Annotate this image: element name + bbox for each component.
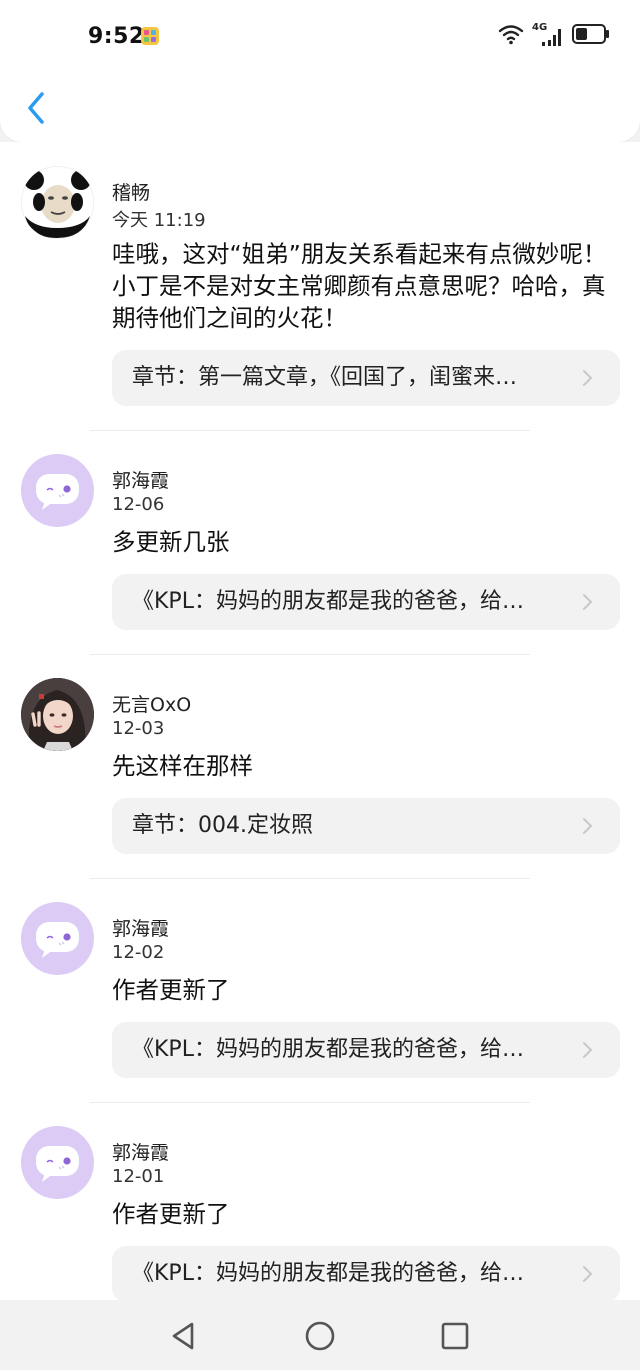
comment-date: 12-03 <box>112 718 165 739</box>
comment-username[interactable]: 稽畅 <box>112 178 150 205</box>
divider <box>90 654 530 655</box>
chevron-right-icon <box>583 370 592 386</box>
user-avatar[interactable] <box>21 1126 94 1199</box>
back-arrow-icon <box>28 92 44 124</box>
panda-meme-avatar-icon <box>21 166 94 239</box>
battery-icon <box>572 23 610 49</box>
comment-date: 12-02 <box>112 942 165 963</box>
back-button[interactable] <box>16 88 56 128</box>
chat-bubble-avatar-icon <box>36 474 79 510</box>
user-avatar[interactable] <box>21 678 94 751</box>
chapter-reference-card[interactable]: 章节：004.定妆照 <box>112 798 620 854</box>
chevron-right-icon <box>583 818 592 834</box>
comment-date: 12-06 <box>112 494 165 515</box>
chat-bubble-avatar-icon <box>36 1146 79 1182</box>
comment-text: 作者更新了 <box>112 1200 230 1228</box>
chapter-reference-card[interactable]: 章节：第一篇文章，《回国了，闺蜜来… <box>112 350 620 406</box>
status-time: 9:52 <box>88 24 145 49</box>
comment-username[interactable]: 郭海霞 <box>112 466 169 493</box>
comment-date: 今天 11:19 <box>112 210 206 231</box>
divider <box>90 430 530 431</box>
app-notification-icon <box>140 26 160 46</box>
novel-reference-card[interactable]: 《KPL：妈妈的朋友都是我的爸爸，给… <box>112 574 620 630</box>
circle-home-icon <box>305 1321 335 1351</box>
status-bar: 9:52 4G <box>0 0 640 74</box>
user-avatar[interactable] <box>21 166 94 239</box>
comment-username[interactable]: 郭海霞 <box>112 1138 169 1165</box>
triangle-back-icon <box>172 1322 194 1350</box>
divider <box>90 1102 530 1103</box>
comment-text: 哇哦，这对“姐弟”朋友关系看起来有点微妙呢！小丁是不是对女主常卿颜有点意思呢？哈… <box>112 240 607 332</box>
system-navigation-bar <box>0 1300 640 1370</box>
nav-back-button[interactable] <box>163 1316 203 1356</box>
comment-username[interactable]: 郭海霞 <box>112 914 169 941</box>
girl-photo-avatar-icon <box>21 678 94 751</box>
user-avatar[interactable] <box>21 454 94 527</box>
wifi-icon <box>498 23 524 49</box>
novel-reference-card[interactable]: 《KPL：妈妈的朋友都是我的爸爸，给… <box>112 1246 620 1300</box>
novel-reference-text: 《KPL：妈妈的朋友都是我的爸爸，给… <box>132 589 524 614</box>
chevron-right-icon <box>583 1266 592 1282</box>
comment-list[interactable]: 稽畅 今天 11:19 哇哦，这对“姐弟”朋友关系看起来有点微妙呢！小丁是不是对… <box>0 142 640 1300</box>
comment-username[interactable]: 无言OxO <box>112 690 191 717</box>
nav-home-button[interactable] <box>300 1316 340 1356</box>
comment-text: 作者更新了 <box>112 976 230 1004</box>
novel-reference-text: 《KPL：妈妈的朋友都是我的爸爸，给… <box>132 1037 524 1062</box>
chapter-reference-text: 章节：第一篇文章，《回国了，闺蜜来… <box>132 365 518 390</box>
nav-recents-button[interactable] <box>435 1316 475 1356</box>
chapter-reference-text: 章节：004.定妆照 <box>132 813 313 838</box>
chevron-right-icon <box>583 1042 592 1058</box>
novel-reference-text: 《KPL：妈妈的朋友都是我的爸爸，给… <box>132 1261 524 1286</box>
top-bar: 9:52 4G <box>0 0 640 142</box>
user-avatar[interactable] <box>21 902 94 975</box>
square-recents-icon <box>441 1322 469 1350</box>
comment-text: 先这样在那样 <box>112 752 253 780</box>
chevron-right-icon <box>583 594 592 610</box>
chat-bubble-avatar-icon <box>36 922 79 958</box>
divider <box>90 878 530 879</box>
comment-text: 多更新几张 <box>112 528 230 556</box>
novel-reference-card[interactable]: 《KPL：妈妈的朋友都是我的爸爸，给… <box>112 1022 620 1078</box>
cellular-signal-icon: 4G <box>532 22 564 48</box>
status-icons: 4G <box>498 22 610 49</box>
comment-date: 12-01 <box>112 1166 165 1187</box>
